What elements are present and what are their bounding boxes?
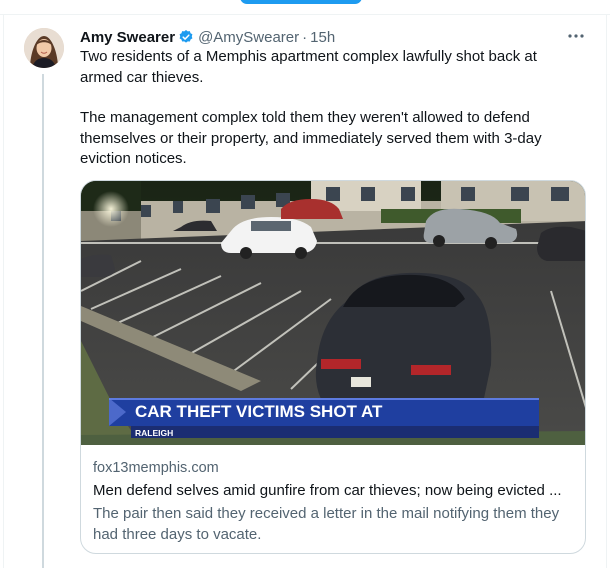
banner-headline: CAR THEFT VICTIMS SHOT AT: [135, 402, 383, 421]
timestamp[interactable]: 15h: [310, 29, 335, 46]
timeline-border-left: [3, 14, 4, 568]
banner-location: RALEIGH: [135, 428, 173, 438]
new-posts-pill[interactable]: [240, 0, 362, 4]
card-domain[interactable]: fox13memphis.com: [93, 459, 573, 478]
verified-badge-icon: [178, 29, 194, 45]
tweet-text: Two residents of a Memphis apartment com…: [80, 47, 580, 170]
card-description: The pair then said they received a lette…: [93, 505, 560, 543]
timeline-border-right: [606, 14, 607, 568]
news-photo: CAR THEFT VICTIMS SHOT AT RALEIGH: [81, 181, 585, 445]
author-handle[interactable]: @AmySwearer: [198, 29, 299, 46]
thread-line: [42, 74, 44, 568]
more-options-icon[interactable]: [566, 26, 586, 46]
link-card[interactable]: CAR THEFT VICTIMS SHOT AT RALEIGH fox13m…: [80, 180, 586, 554]
tweet-header: Amy Swearer @AmySwearer · 15h: [80, 27, 590, 47]
author-name[interactable]: Amy Swearer: [80, 29, 175, 46]
divider: [0, 14, 610, 15]
card-meta: fox13memphis.com Men defend selves amid …: [93, 459, 573, 545]
separator-dot: ·: [302, 28, 308, 46]
avatar[interactable]: [24, 28, 64, 68]
card-headline[interactable]: Men defend selves amid gunfire from car …: [93, 481, 573, 501]
tweet-paragraph: The management complex told them they we…: [80, 109, 542, 167]
tweet-paragraph: Two residents of a Memphis apartment com…: [80, 48, 537, 86]
